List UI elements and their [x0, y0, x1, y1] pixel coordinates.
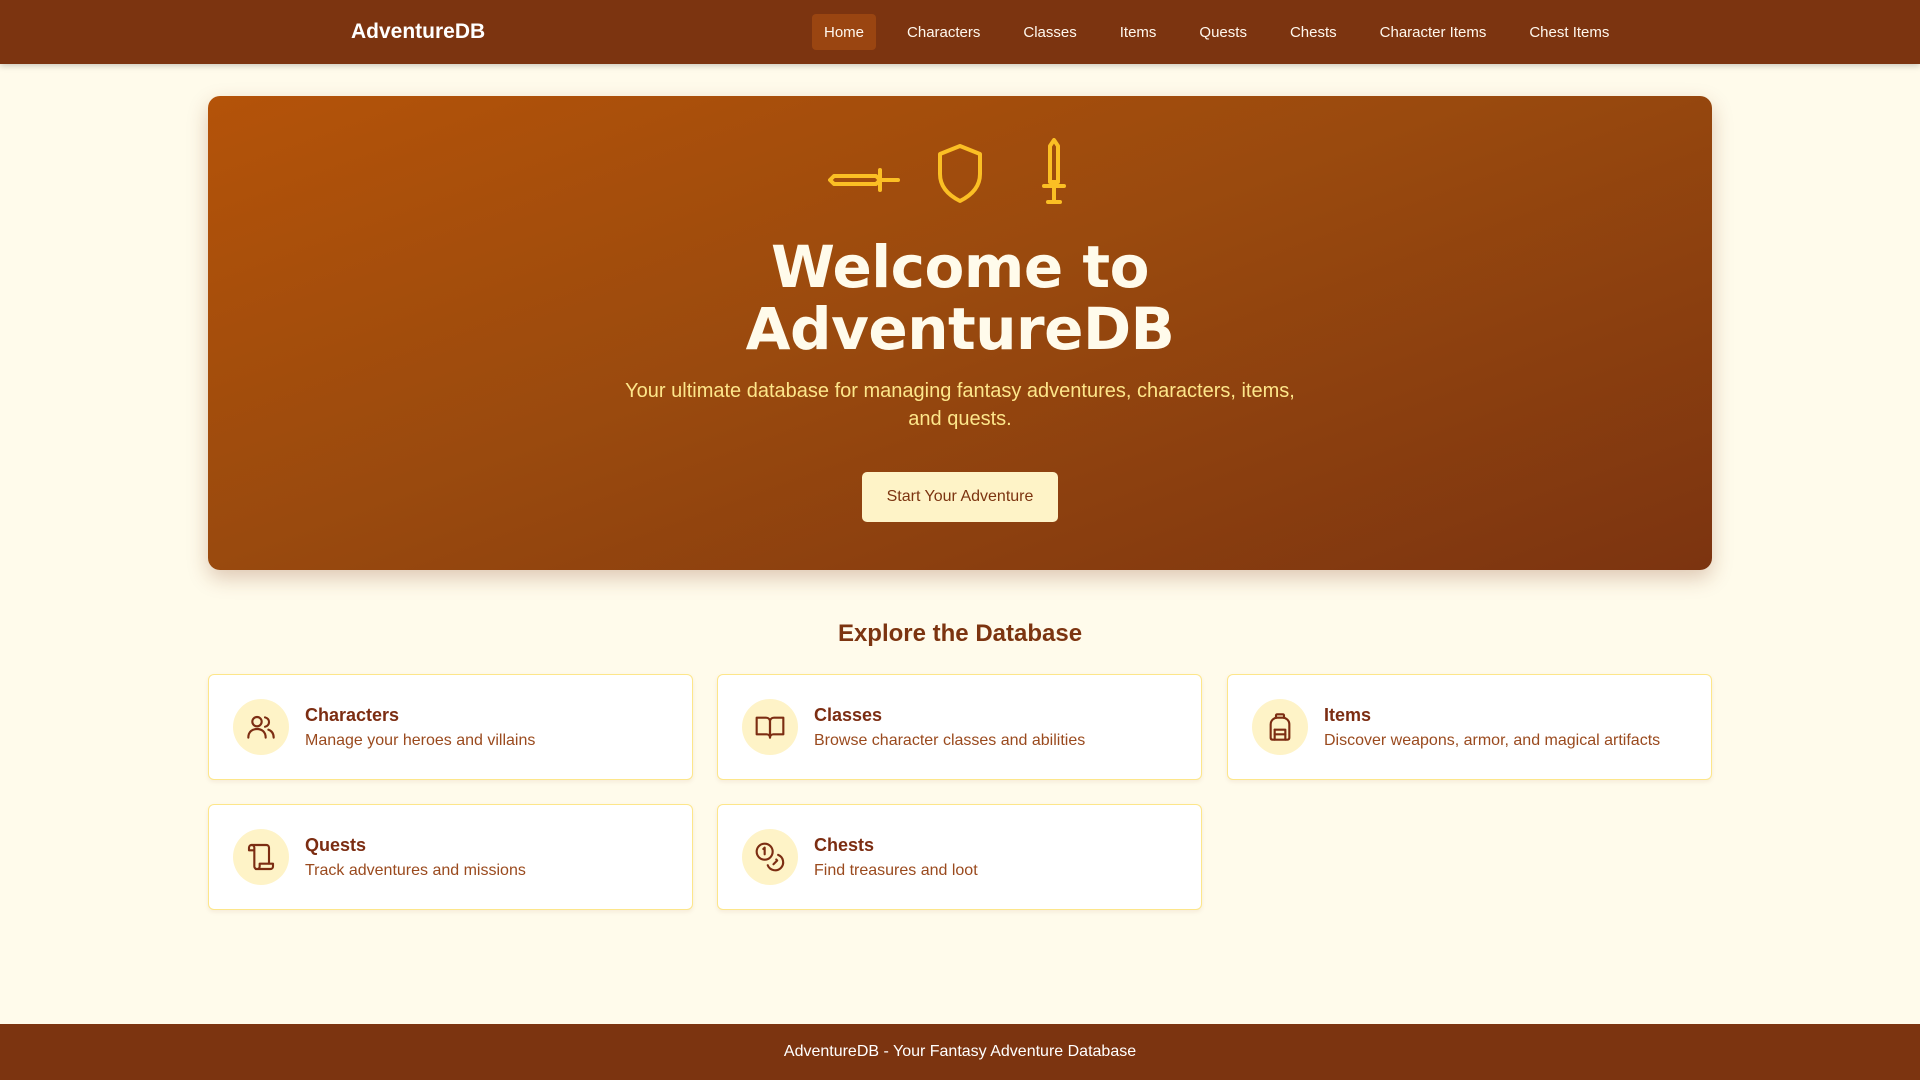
hero-banner: Welcome to AdventureDB Your ultimate dat… — [208, 96, 1712, 570]
main-nav: Home Characters Classes Items Quests Che… — [812, 14, 1636, 50]
nav-item-chests[interactable]: Chests — [1278, 14, 1349, 50]
section-title: Explore the Database — [837, 620, 1083, 647]
nav-item-classes[interactable]: Classes — [1011, 14, 1088, 50]
card-description: Manage your heroes and villains — [305, 732, 536, 749]
users-icon — [233, 699, 289, 755]
book-open-icon — [742, 699, 798, 755]
hero-title-line-2: AdventureDB — [745, 295, 1175, 363]
brand-logo[interactable]: AdventureDB — [351, 20, 485, 44]
nav-item-quests[interactable]: Quests — [1187, 14, 1259, 50]
nav-item-chest-items[interactable]: Chest Items — [1517, 14, 1621, 50]
card-quests[interactable]: Quests Track adventures and missions — [208, 804, 693, 910]
backpack-icon — [1252, 699, 1308, 755]
hero-subtitle: Your ultimate database for managing fant… — [625, 380, 1295, 430]
card-description: Track adventures and missions — [305, 862, 526, 879]
hero-title: Welcome to AdventureDB — [208, 236, 1712, 360]
card-description: Find treasures and loot — [814, 862, 978, 879]
card-title: Chests — [814, 835, 875, 855]
nav-item-characters[interactable]: Characters — [895, 14, 992, 50]
card-description: Browse character classes and abilities — [814, 732, 1086, 749]
nav-item-home[interactable]: Home — [812, 14, 877, 50]
card-chests[interactable]: Chests Find treasures and loot — [717, 804, 1202, 910]
hero-icon-row — [208, 138, 1712, 208]
coins-icon — [742, 829, 798, 885]
card-classes[interactable]: Classes Browse character classes and abi… — [717, 674, 1202, 780]
card-title: Classes — [814, 705, 883, 725]
dagger-icon — [1016, 138, 1092, 208]
nav-item-items[interactable]: Items — [1108, 14, 1169, 50]
card-title: Characters — [305, 705, 400, 725]
start-adventure-button[interactable]: Start Your Adventure — [862, 472, 1058, 522]
footer: AdventureDB - Your Fantasy Adventure Dat… — [0, 1024, 1920, 1080]
top-navbar: AdventureDB Home Characters Classes Item… — [0, 0, 1920, 64]
card-characters[interactable]: Characters Manage your heroes and villai… — [208, 674, 693, 780]
hero-title-line-1: Welcome to — [771, 233, 1149, 301]
nav-item-character-items[interactable]: Character Items — [1368, 14, 1499, 50]
scroll-icon — [233, 829, 289, 885]
sword-icon — [828, 138, 904, 208]
shield-icon — [922, 138, 998, 208]
card-items[interactable]: Items Discover weapons, armor, and magic… — [1227, 674, 1712, 780]
card-title: Items — [1324, 705, 1372, 725]
card-description: Discover weapons, armor, and magical art… — [1324, 732, 1661, 749]
footer-text: AdventureDB - Your Fantasy Adventure Dat… — [783, 1043, 1137, 1060]
card-title: Quests — [305, 835, 367, 855]
